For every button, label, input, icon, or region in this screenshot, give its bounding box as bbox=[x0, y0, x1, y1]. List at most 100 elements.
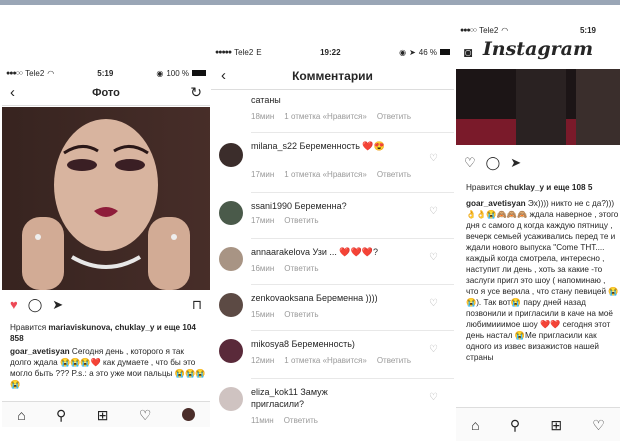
status-time: 19:22 bbox=[320, 47, 341, 57]
comment-icon[interactable]: ◯ bbox=[486, 156, 501, 169]
nav-bar: ‹ Комментарии bbox=[211, 62, 454, 90]
search-icon[interactable]: ⚲ bbox=[510, 418, 520, 432]
post-photo[interactable] bbox=[456, 69, 620, 145]
post-photo[interactable] bbox=[2, 107, 210, 290]
add-icon[interactable]: ⊞ bbox=[97, 408, 109, 422]
signal-icon: ●●●○○ bbox=[6, 69, 23, 77]
likes-users[interactable]: chuklay_y bbox=[504, 183, 544, 192]
reply-link[interactable]: Ответить bbox=[284, 310, 318, 319]
status-bar: ●●●●● Tele2 E 19:22 ◉ ➤ 46 % bbox=[211, 44, 454, 60]
caption-user[interactable]: goar_avetisyan bbox=[10, 347, 70, 356]
battery-label: 46 % bbox=[418, 47, 437, 57]
likes-line[interactable]: Нравится chuklay_y и еще 108 5 bbox=[466, 182, 620, 193]
comment-time: 15мин bbox=[251, 310, 275, 319]
phone-comments-screen: ●●●●● Tele2 E 19:22 ◉ ➤ 46 % ‹ Комментарии с… bbox=[211, 44, 454, 441]
carrier-label: Tele2 bbox=[479, 25, 499, 35]
reply-link[interactable]: Ответить bbox=[377, 356, 411, 365]
carrier-label: Tele2 bbox=[25, 68, 45, 78]
likes-line[interactable]: Нравится mariaviskunova, chuklay_y и еще… bbox=[10, 322, 206, 344]
bookmark-icon[interactable]: ⊓ bbox=[192, 298, 202, 311]
commenter-avatar[interactable] bbox=[219, 387, 243, 411]
like-heart-icon[interactable]: ♡ bbox=[429, 153, 438, 164]
status-bar: ●●●○○ Tele2 ◠ 5:19 bbox=[456, 22, 620, 38]
status-bar: ●●●○○ Tele2 ◠ 5:19 ◉ 100 % bbox=[2, 66, 210, 80]
wifi-icon: ◠ bbox=[47, 68, 55, 78]
likes-prefix: Нравится bbox=[10, 323, 49, 332]
page-title: Фото bbox=[92, 86, 120, 99]
comment-user[interactable]: milana_s22 bbox=[251, 141, 297, 151]
comment-time: 16мин bbox=[251, 264, 275, 273]
likes-count[interactable]: и еще 108 5 bbox=[544, 183, 592, 192]
comment-likes[interactable]: 1 отметка «Нравится» bbox=[284, 170, 367, 179]
reply-link[interactable]: Ответить bbox=[377, 112, 411, 121]
post-caption: goar_avetisyan Эх)))) никто не с да?)))👌… bbox=[466, 198, 620, 404]
comment-user[interactable]: zenkovaoksana bbox=[251, 293, 314, 303]
home-icon[interactable]: ⌂ bbox=[17, 408, 25, 422]
signal-icon: ●●●○○ bbox=[460, 26, 477, 34]
like-heart-icon[interactable]: ♡ bbox=[429, 392, 438, 403]
refresh-icon[interactable]: ↻ bbox=[190, 84, 202, 101]
comment-icon[interactable]: ◯ bbox=[28, 298, 43, 311]
add-icon[interactable]: ⊞ bbox=[550, 418, 562, 432]
comment-user[interactable]: eliza_kok11 bbox=[251, 387, 298, 397]
heart-filled-icon[interactable]: ♥ bbox=[10, 298, 18, 311]
caption-user[interactable]: goar_avetisyan bbox=[466, 199, 526, 208]
post-actions: ♥ ◯ ➤ ⊓ bbox=[2, 294, 210, 314]
likes-users[interactable]: mariaviskunova, chuklay_y bbox=[48, 323, 154, 332]
lock-icon: ◉ bbox=[156, 68, 164, 78]
activity-heart-icon[interactable]: ♡ bbox=[139, 408, 152, 422]
commenter-avatar[interactable] bbox=[219, 293, 243, 317]
instagram-logo: Instagram bbox=[482, 38, 594, 60]
wifi-icon: ◠ bbox=[501, 25, 509, 35]
commenter-avatar[interactable] bbox=[219, 143, 243, 167]
like-heart-icon[interactable]: ♡ bbox=[429, 252, 438, 263]
activity-heart-icon[interactable]: ♡ bbox=[592, 418, 605, 432]
comment-time: 11мин bbox=[251, 416, 274, 425]
comment-user[interactable]: mikosya8 bbox=[251, 339, 289, 349]
back-icon[interactable]: ‹ bbox=[221, 68, 226, 83]
post-actions: ♡ ◯ ➤ bbox=[456, 152, 620, 172]
comment-time: 17мин bbox=[251, 170, 275, 179]
like-heart-icon[interactable]: ♡ bbox=[429, 206, 438, 217]
reply-link[interactable]: Ответить bbox=[284, 264, 318, 273]
battery-icon bbox=[440, 49, 450, 55]
comment-item: сатаны 18мин 1 отметка «Нравится» Ответить bbox=[211, 92, 454, 132]
share-icon[interactable]: ➤ bbox=[52, 298, 63, 311]
home-icon[interactable]: ⌂ bbox=[471, 418, 479, 432]
commenter-avatar[interactable] bbox=[219, 339, 243, 363]
divider bbox=[251, 132, 454, 133]
reply-link[interactable]: Ответить bbox=[284, 216, 318, 225]
comment-text: Беременность ❤️😍 bbox=[297, 141, 385, 151]
status-time: 5:19 bbox=[579, 25, 596, 35]
comment-likes[interactable]: 1 отметка «Нравится» bbox=[284, 356, 367, 365]
profile-avatar[interactable] bbox=[181, 408, 195, 421]
reply-link[interactable]: Ответить bbox=[284, 416, 318, 425]
tab-bar: ⌂ ⚲ ⊞ ♡ bbox=[2, 401, 210, 427]
commenter-avatar[interactable] bbox=[219, 201, 243, 225]
caption-text: Эх)))) никто не с да?)))👌👌😭🙈🙈🙈 ждала нав… bbox=[466, 199, 619, 362]
battery-label: 100 % bbox=[166, 68, 189, 78]
share-icon[interactable]: ➤ bbox=[510, 156, 521, 169]
heart-icon[interactable]: ♡ bbox=[464, 156, 476, 169]
reply-link[interactable]: Ответить bbox=[377, 170, 411, 179]
like-heart-icon[interactable]: ♡ bbox=[429, 298, 438, 309]
signal-icon: ●●●●● bbox=[215, 48, 232, 56]
back-icon[interactable]: ‹ bbox=[10, 85, 15, 100]
nav-bar: ‹ Фото ↻ bbox=[2, 80, 210, 106]
comment-user[interactable]: ssani1990 bbox=[251, 201, 292, 211]
commenter-avatar[interactable] bbox=[219, 247, 243, 271]
comment-time: 18мин bbox=[251, 112, 275, 121]
likes-prefix: Нравится bbox=[466, 183, 505, 192]
comment-text: Беременна? bbox=[292, 201, 347, 211]
comment-user[interactable]: annaarakelova bbox=[251, 247, 310, 257]
lock-icon: ◉ bbox=[399, 47, 407, 57]
comment-item: eliza_kok11 Замуж пригласили? 11мин Ответ… bbox=[211, 378, 454, 438]
search-icon[interactable]: ⚲ bbox=[56, 408, 66, 422]
like-heart-icon[interactable]: ♡ bbox=[429, 344, 438, 355]
location-icon: ➤ bbox=[409, 47, 416, 57]
comment-likes[interactable]: 1 отметка «Нравится» bbox=[284, 112, 367, 121]
comment-text: сатаны bbox=[251, 95, 281, 105]
page-title: Комментарии bbox=[292, 68, 373, 83]
comment-time: 12мин bbox=[251, 356, 275, 365]
status-time: 5:19 bbox=[97, 68, 114, 78]
